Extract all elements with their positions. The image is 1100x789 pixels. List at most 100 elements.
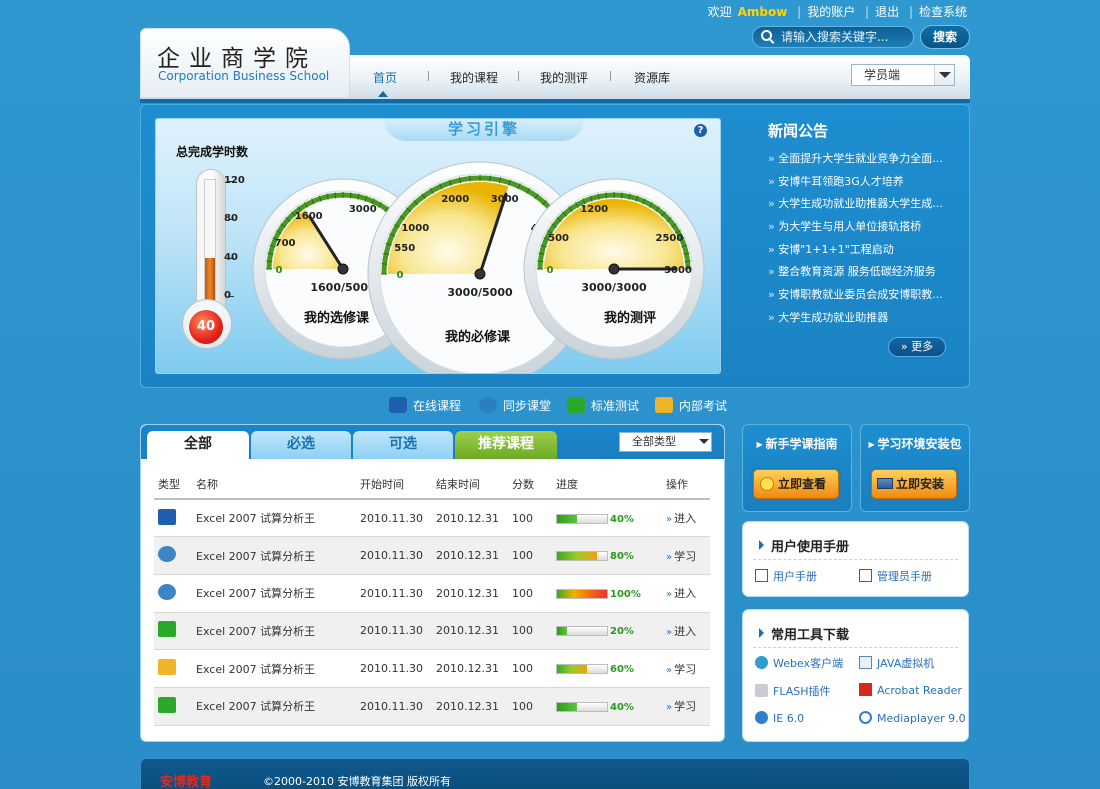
acrobat-link[interactable]: Acrobat Reader <box>859 683 962 697</box>
logo: 企业商学院 Corporation Business School <box>140 28 350 98</box>
score: 100 <box>508 649 552 688</box>
score: 100 <box>508 687 552 726</box>
tab-all[interactable]: 全部 <box>147 431 249 459</box>
score: 100 <box>508 574 552 613</box>
footer-copyright: ©2000-2010 安博教育集团 版权所有 <box>263 775 451 788</box>
gauge-readout: 3000/3000 <box>581 281 647 294</box>
start-date: 2010.11.30 <box>356 687 432 726</box>
my-account-link[interactable]: 我的账户 <box>807 5 855 19</box>
user-manual-link[interactable]: 用户手册 <box>755 568 817 584</box>
quick-link-sync-class[interactable]: 同步课堂 <box>479 397 551 417</box>
gauges: 07001600300050001600/5000055010002000300… <box>252 161 705 373</box>
tab-recommended[interactable]: 推荐课程 <box>455 431 557 459</box>
news-item[interactable]: 全面提升大学生就业竞争力全面... <box>768 151 943 174</box>
gauge-tick-label: 700 <box>275 238 296 249</box>
table-row: Excel 2007 试算分析王 2010.11.30 2010.12.31 1… <box>154 687 710 726</box>
search-button[interactable]: 搜索 <box>920 25 970 49</box>
webex-icon <box>755 656 768 669</box>
start-date: 2010.11.30 <box>356 536 432 575</box>
action-link[interactable]: 学习 <box>662 536 710 575</box>
news-item[interactable]: 整合教育资源 服务低碳经济服务 <box>768 264 943 287</box>
mediaplayer-icon <box>859 711 872 724</box>
gauge-tick-label: 1000 <box>401 223 429 234</box>
start-date: 2010.11.30 <box>356 499 432 538</box>
action-link[interactable]: 进入 <box>662 612 710 651</box>
course-name[interactable]: Excel 2007 试算分析王 <box>192 499 356 538</box>
install-title: 学习环境安装包 <box>861 435 969 452</box>
course-name[interactable]: Excel 2007 试算分析王 <box>192 536 356 575</box>
end-date: 2010.12.31 <box>432 649 508 688</box>
internal-exam-icon <box>158 659 176 676</box>
score: 100 <box>508 612 552 651</box>
course-name[interactable]: Excel 2007 试算分析王 <box>192 574 356 613</box>
start-date: 2010.11.30 <box>356 612 432 651</box>
ie-icon <box>755 711 768 724</box>
role-select[interactable]: 学员端 <box>851 64 955 86</box>
install-now-button[interactable]: 立即安装 <box>871 469 957 499</box>
end-date: 2010.12.31 <box>432 499 508 538</box>
news-item[interactable]: 为大学生与用人单位接轨搭桥 <box>768 219 943 242</box>
nav-my-courses[interactable]: 我的课程 <box>450 69 498 86</box>
table-row: Excel 2007 试算分析王 2010.11.30 2010.12.31 1… <box>154 612 710 651</box>
chevron-down-icon <box>699 439 709 444</box>
action-link[interactable]: 进入 <box>662 574 710 613</box>
view-now-button[interactable]: 立即查看 <box>753 469 839 499</box>
progress-bar <box>556 588 608 599</box>
news-item[interactable]: 大学生成功就业助推器大学生成... <box>768 196 943 219</box>
table-row: Excel 2007 试算分析王 2010.11.30 2010.12.31 1… <box>154 649 710 688</box>
course-name[interactable]: Excel 2007 试算分析王 <box>192 649 356 688</box>
smiley-icon <box>760 477 774 491</box>
gauge-tick-label: 0 <box>397 270 404 281</box>
gauge-label-assessment: 我的测评 <box>604 311 657 326</box>
progress-bar <box>556 551 608 562</box>
end-date: 2010.12.31 <box>432 574 508 613</box>
col-type: 类型 <box>154 470 192 500</box>
online-course-icon <box>389 397 407 413</box>
chevron-down-icon <box>934 65 954 85</box>
progress-text: 20% <box>610 626 634 638</box>
course-name[interactable]: Excel 2007 试算分析王 <box>192 612 356 651</box>
flash-link[interactable]: FLASH插件 <box>755 683 831 699</box>
admin-manual-link[interactable]: 管理员手册 <box>859 568 932 584</box>
java-icon <box>859 656 872 669</box>
nav-my-assessments[interactable]: 我的测评 <box>540 69 588 86</box>
nav-resources[interactable]: 资源库 <box>634 69 670 86</box>
quick-link-standard-test[interactable]: 标准测试 <box>567 397 639 417</box>
action-link[interactable]: 进入 <box>662 499 710 538</box>
news-item[interactable]: 安博牛耳领跑3G人才培养 <box>768 174 943 197</box>
gauge-readout: 1600/5000 <box>310 281 376 294</box>
tab-required[interactable]: 必选 <box>251 431 351 459</box>
progress-bar <box>556 664 608 675</box>
news-item[interactable]: 安博职教就业委员会成安博职教... <box>768 287 943 310</box>
action-link[interactable]: 学习 <box>662 649 710 688</box>
end-date: 2010.12.31 <box>432 612 508 651</box>
tab-optional[interactable]: 可选 <box>353 431 453 459</box>
type-filter-select[interactable]: 全部类型 <box>619 432 712 452</box>
nav-home[interactable]: 首页 <box>373 69 397 86</box>
mediaplayer-link[interactable]: Mediaplayer 9.0 <box>859 711 966 725</box>
col-start: 开始时间 <box>356 470 432 500</box>
webex-link[interactable]: Webex客户端 <box>755 655 843 671</box>
standard-test-icon <box>567 397 585 413</box>
course-table: 类型 名称 开始时间 结束时间 分数 进度 操作 Excel 2007 试算分析… <box>154 470 710 726</box>
quick-link-internal-exam[interactable]: 内部考试 <box>655 397 727 417</box>
install-package-box: 学习环境安装包 立即安装 <box>860 424 970 512</box>
col-name: 名称 <box>192 470 356 500</box>
news-item[interactable]: 大学生成功就业助推器 <box>768 310 943 333</box>
more-news-button[interactable]: » 更多 <box>888 337 946 357</box>
check-system-link[interactable]: 检查系统 <box>919 5 967 19</box>
course-name[interactable]: Excel 2007 试算分析王 <box>192 687 356 726</box>
progress-text: 40% <box>610 513 634 525</box>
news-item[interactable]: 安博"1+1+1"工程启动 <box>768 242 943 265</box>
tools-title: 常用工具下载 <box>759 624 849 643</box>
nav-active-indicator <box>378 91 388 97</box>
action-link[interactable]: 学习 <box>662 687 710 726</box>
progress-text: 60% <box>610 664 634 676</box>
username: Ambow <box>737 5 788 19</box>
ie-link[interactable]: IE 6.0 <box>755 711 804 725</box>
logo-cn: 企业商学院 <box>157 46 317 72</box>
logout-link[interactable]: 退出 <box>875 5 899 19</box>
java-link[interactable]: JAVA虚拟机 <box>859 655 934 671</box>
quick-link-online-course[interactable]: 在线课程 <box>389 397 461 417</box>
search-input[interactable]: 请输入搜索关键字... <box>752 26 914 48</box>
